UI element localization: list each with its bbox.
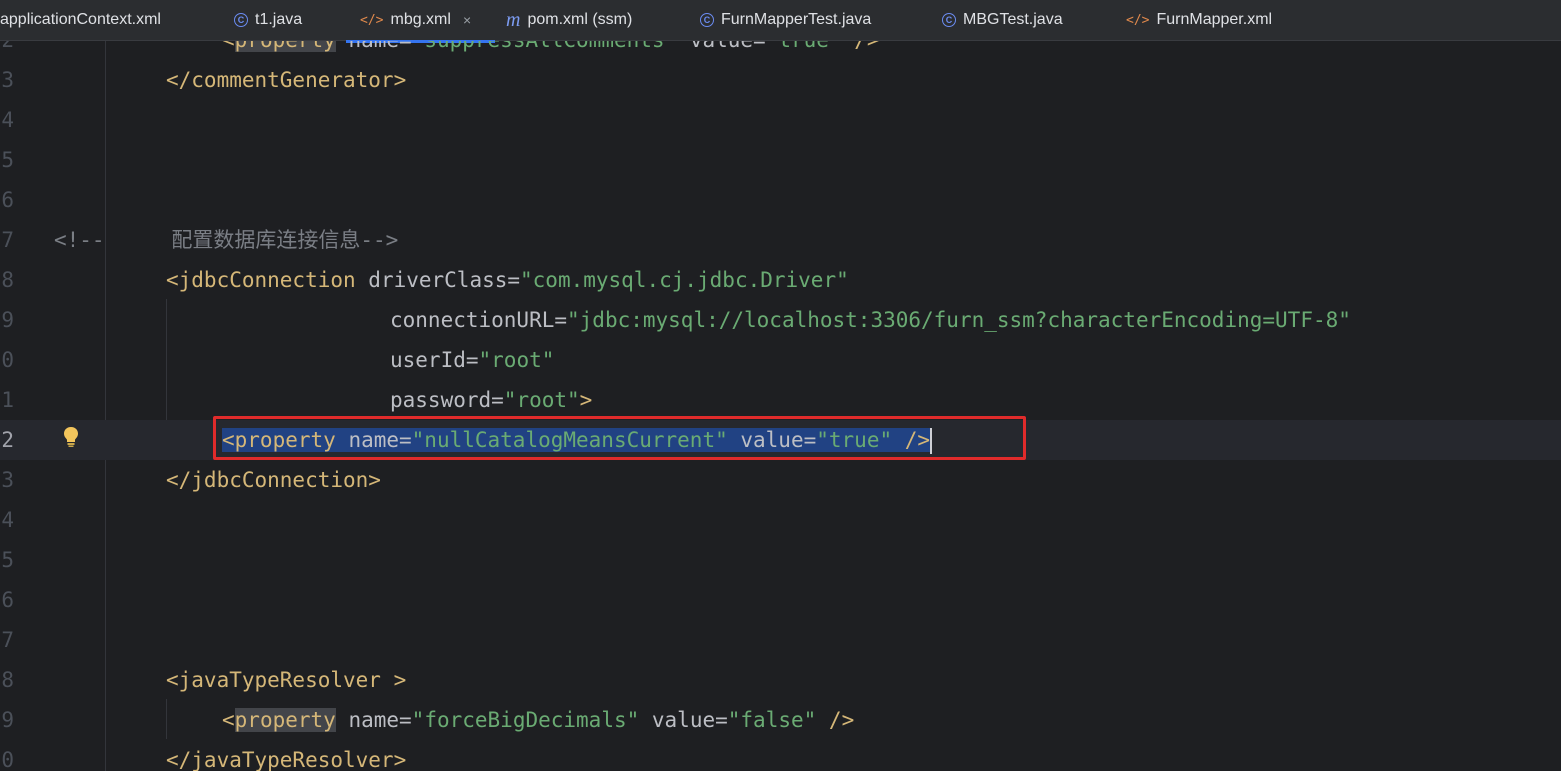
tab-applicationcontext-xml[interactable]: applicationContext.xml (0, 0, 161, 40)
close-tab-icon[interactable]: × (463, 12, 471, 28)
code-editor[interactable]: 2 <property name="suppressAllComments" v… (0, 41, 1561, 771)
editor-tab-bar: applicationContext.xml C t1.java </> mbg… (0, 0, 1561, 43)
code-line: 3 </jdbcConnection> (0, 460, 1561, 500)
tab-label: applicationContext.xml (0, 11, 161, 28)
tab-label: mbg.xml (390, 11, 451, 28)
code-line: 9 connectionURL="jdbc:mysql://localhost:… (0, 300, 1561, 340)
tab-label: FurnMapperTest.java (721, 11, 872, 28)
xml-file-icon: </> (1126, 12, 1150, 28)
code-text: </javaTypeResolver> (166, 748, 407, 771)
code-line: 0 </javaTypeResolver> (0, 740, 1561, 771)
tab-label: FurnMapper.xml (1156, 11, 1273, 28)
line-number: 6 (1, 188, 14, 212)
maven-icon: m (506, 8, 521, 31)
tab-label: pom.xml (ssm) (527, 11, 633, 28)
code-text: <property name="forceBigDecimals" value=… (222, 708, 855, 732)
code-line: 8 <javaTypeResolver > (0, 660, 1561, 700)
code-line: 0 userId="root" (0, 340, 1561, 380)
tab-t1-java[interactable]: C t1.java (234, 0, 302, 40)
java-class-icon: C (234, 13, 248, 27)
code-line: 6 (0, 180, 1561, 220)
tab-furnmapper-xml[interactable]: </> FurnMapper.xml (1126, 0, 1272, 40)
tab-pom-xml[interactable]: m pom.xml (ssm) (506, 0, 632, 40)
code-text: userId="root" (390, 348, 555, 372)
code-text: <property name="suppressAllComments" val… (222, 41, 880, 60)
line-number: 0 (1, 348, 14, 372)
line-number: 5 (1, 148, 14, 172)
line-number: 3 (1, 68, 14, 92)
line-number: 3 (1, 468, 14, 492)
line-number: 7 (1, 628, 14, 652)
tab-mbgtest-java[interactable]: C MBGTest.java (942, 0, 1063, 40)
line-number: 9 (1, 308, 14, 332)
code-line: 2 <property name="suppressAllComments" v… (0, 41, 1561, 60)
java-class-icon: C (700, 13, 714, 27)
line-number: 8 (1, 268, 14, 292)
code-line: 1 password="root"> (0, 380, 1561, 420)
code-line: 6 (0, 580, 1561, 620)
line-number: 1 (1, 388, 14, 412)
tab-label: MBGTest.java (963, 11, 1063, 28)
line-number: 7 (1, 228, 14, 252)
code-text: password="root"> (390, 388, 593, 412)
code-line: 4 (0, 100, 1561, 140)
line-number: 0 (1, 748, 14, 771)
code-line: 7 <!-- 配置数据库连接信息--> (0, 220, 1561, 260)
code-text: <jdbcConnection driverClass="com.mysql.c… (166, 268, 849, 292)
code-line: 9 <property name="forceBigDecimals" valu… (0, 700, 1561, 740)
xml-file-icon: </> (360, 12, 384, 28)
line-number: 4 (1, 108, 14, 132)
lightbulb-icon[interactable] (62, 426, 80, 448)
line-number: 2 (1, 428, 14, 452)
tab-mbg-xml[interactable]: </> mbg.xml × (346, 0, 496, 43)
line-number: 2 (0, 41, 14, 60)
annotation-highlight-box (213, 416, 1026, 460)
code-line: 3 </commentGenerator> (0, 60, 1561, 100)
tab-label: t1.java (255, 11, 303, 28)
code-text: <!-- 配置数据库连接信息--> (54, 228, 399, 252)
code-text: connectionURL="jdbc:mysql://localhost:33… (390, 308, 1351, 332)
code-text: <javaTypeResolver > (166, 668, 407, 692)
code-line: 5 (0, 540, 1561, 580)
code-line: 7 (0, 620, 1561, 660)
line-number: 8 (1, 668, 14, 692)
line-number: 6 (1, 588, 14, 612)
code-line: 4 (0, 500, 1561, 540)
code-line: 8 <jdbcConnection driverClass="com.mysql… (0, 260, 1561, 300)
tab-furnmappertest-java[interactable]: C FurnMapperTest.java (700, 0, 871, 40)
code-line: 5 (0, 140, 1561, 180)
code-text: </commentGenerator> (166, 68, 407, 92)
code-text: </jdbcConnection> (166, 468, 381, 492)
line-number: 9 (1, 708, 14, 732)
java-class-icon: C (942, 13, 956, 27)
line-number: 5 (1, 548, 14, 572)
line-number: 4 (1, 508, 14, 532)
